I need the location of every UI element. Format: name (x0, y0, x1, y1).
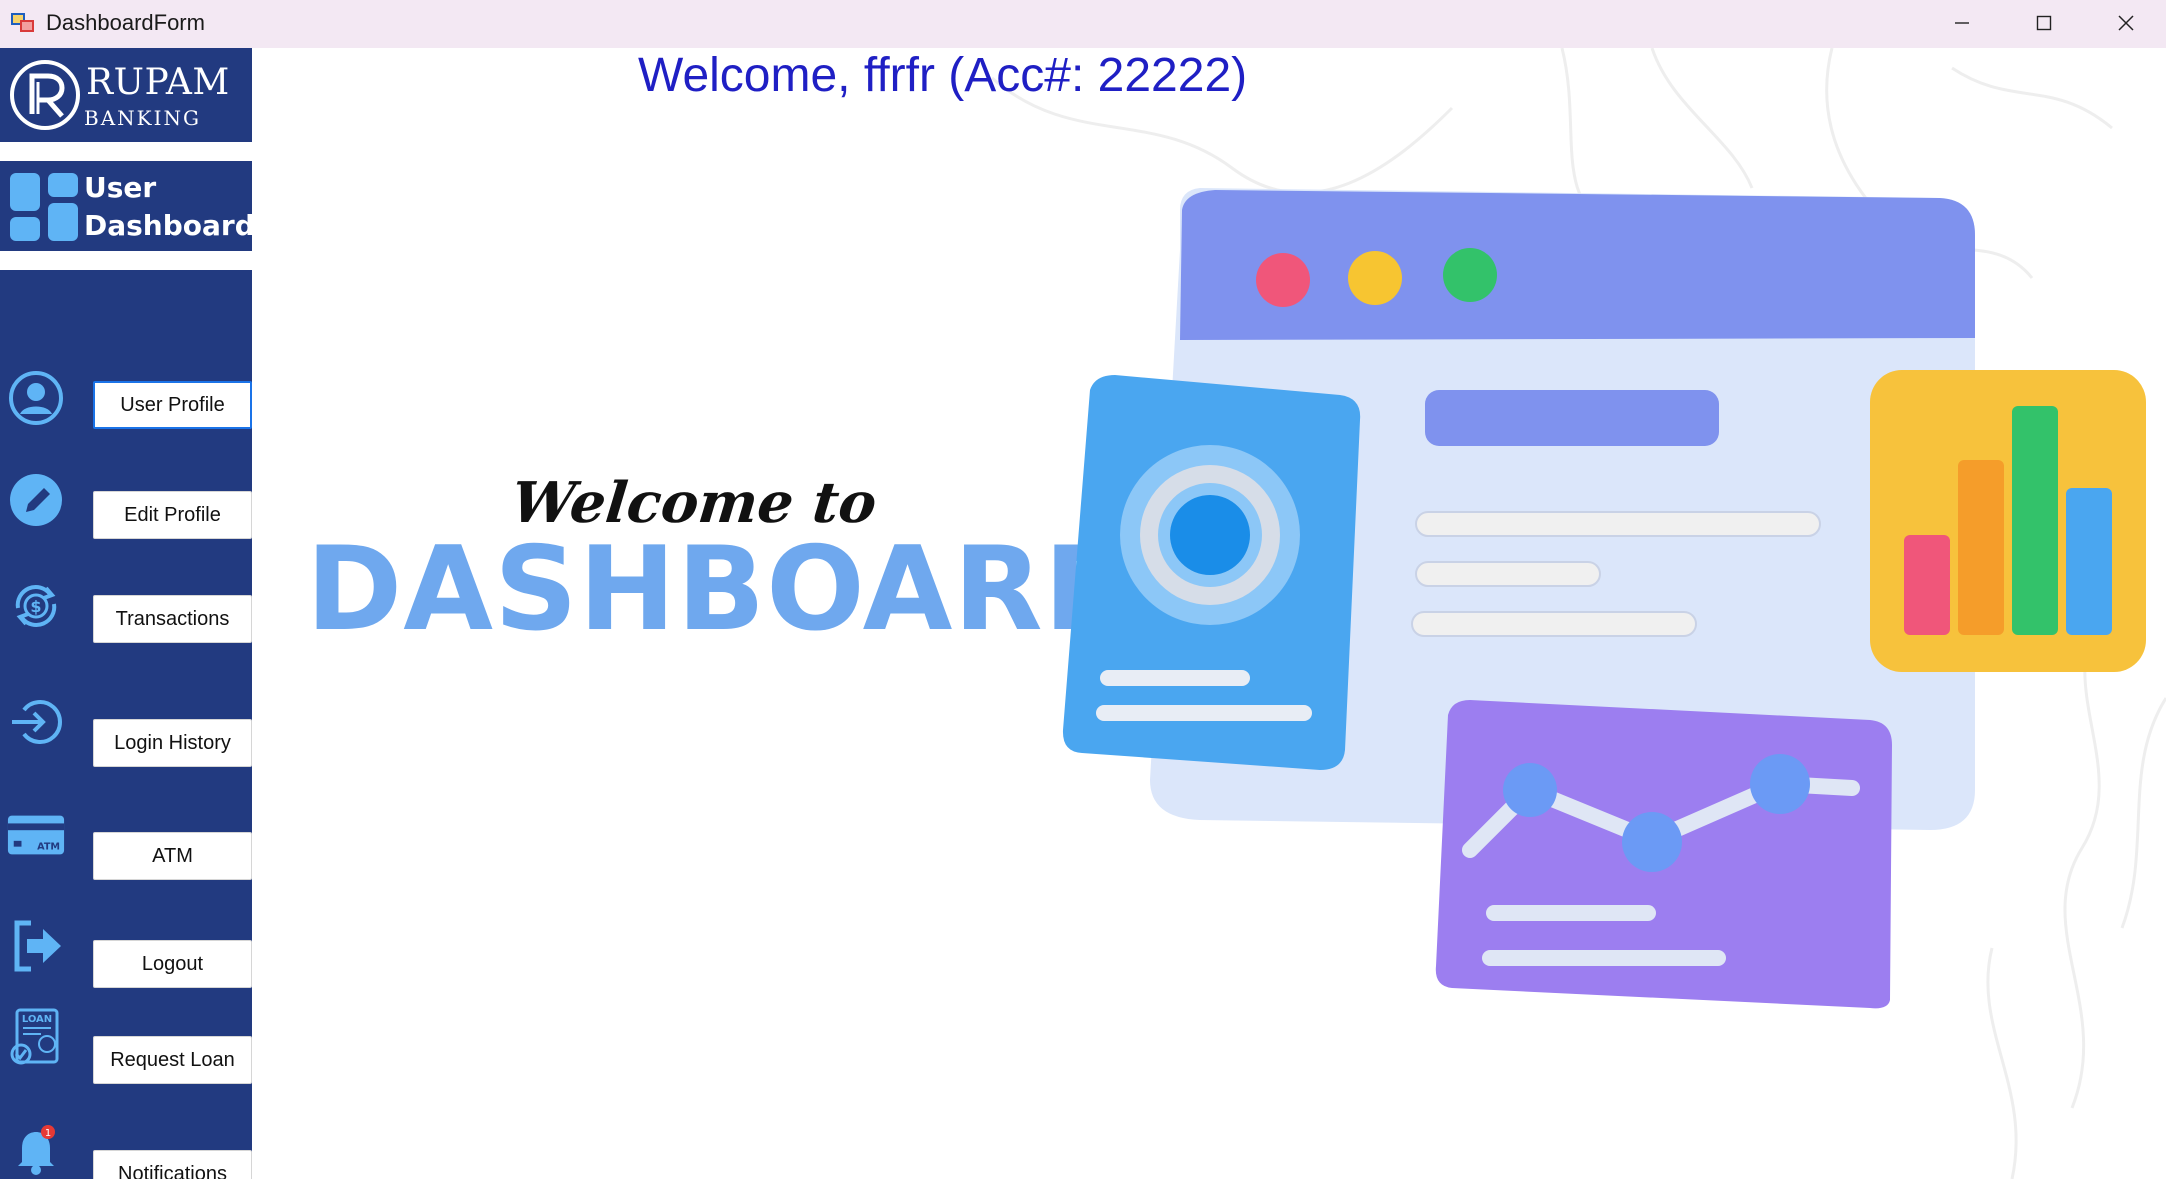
sidebar-item-atm[interactable]: ATM (93, 832, 252, 880)
placeholder-bar-1 (1425, 390, 1719, 446)
sidebar-nav: User Profile Edit Profile $ Transactions (0, 270, 252, 1179)
minimize-icon (1955, 21, 1969, 24)
loan-document-icon: LOAN (6, 1008, 66, 1068)
user-circle-icon (6, 368, 66, 428)
window-dot-yellow (1348, 251, 1402, 305)
maximize-icon (2036, 15, 2052, 30)
svg-text:1: 1 (45, 1128, 51, 1139)
bank-logo-icon (8, 58, 82, 137)
logout-icon (6, 916, 66, 976)
svg-text:$: $ (30, 597, 41, 616)
sidebar: RUPAM BANKING User Dashboard User Profil… (0, 48, 255, 1179)
sidebar-item-request-loan[interactable]: Request Loan (93, 1036, 252, 1084)
bell-icon: 1 (6, 1120, 66, 1179)
sidebar-item-user-profile[interactable]: User Profile (93, 381, 252, 429)
minimize-button[interactable] (1922, 0, 2002, 45)
sidebar-item-logout[interactable]: Logout (93, 940, 252, 988)
sidebar-item-login-history[interactable]: Login History (93, 719, 252, 767)
sidebar-item-transactions[interactable]: Transactions (93, 595, 252, 643)
close-button[interactable] (2086, 0, 2166, 45)
sidebar-item-edit-profile[interactable]: Edit Profile (93, 491, 252, 539)
logo-subtitle: BANKING (84, 106, 201, 130)
sidebar-item-notifications[interactable]: Notifications (93, 1150, 252, 1179)
window-title: DashboardForm (46, 10, 205, 35)
window-dot-green (1443, 248, 1497, 302)
title-bar: DashboardForm (0, 0, 2166, 48)
close-icon (2118, 14, 2134, 31)
login-arrow-icon (6, 692, 66, 752)
logo-panel: RUPAM BANKING (0, 48, 252, 142)
svg-text:ATM: ATM (37, 842, 60, 853)
dashboard-illustration (1062, 188, 2146, 1009)
dashboard-panel-title: User Dashboard (84, 171, 255, 242)
pencil-icon (6, 470, 66, 530)
atm-card-icon: ATM (6, 806, 66, 866)
app-icon (10, 10, 36, 36)
window-dot-red (1256, 253, 1310, 307)
maximize-button[interactable] (2004, 0, 2084, 45)
dashboard-grid-icon (8, 171, 80, 248)
dollar-cycle-icon: $ (6, 576, 66, 636)
logo-title: RUPAM (86, 62, 230, 103)
dashboard-header-panel: User Dashboard (0, 161, 255, 251)
svg-text:LOAN: LOAN (22, 1014, 52, 1025)
welcome-message: Welcome, ffrfr (Acc#: 22222) (638, 49, 1248, 102)
